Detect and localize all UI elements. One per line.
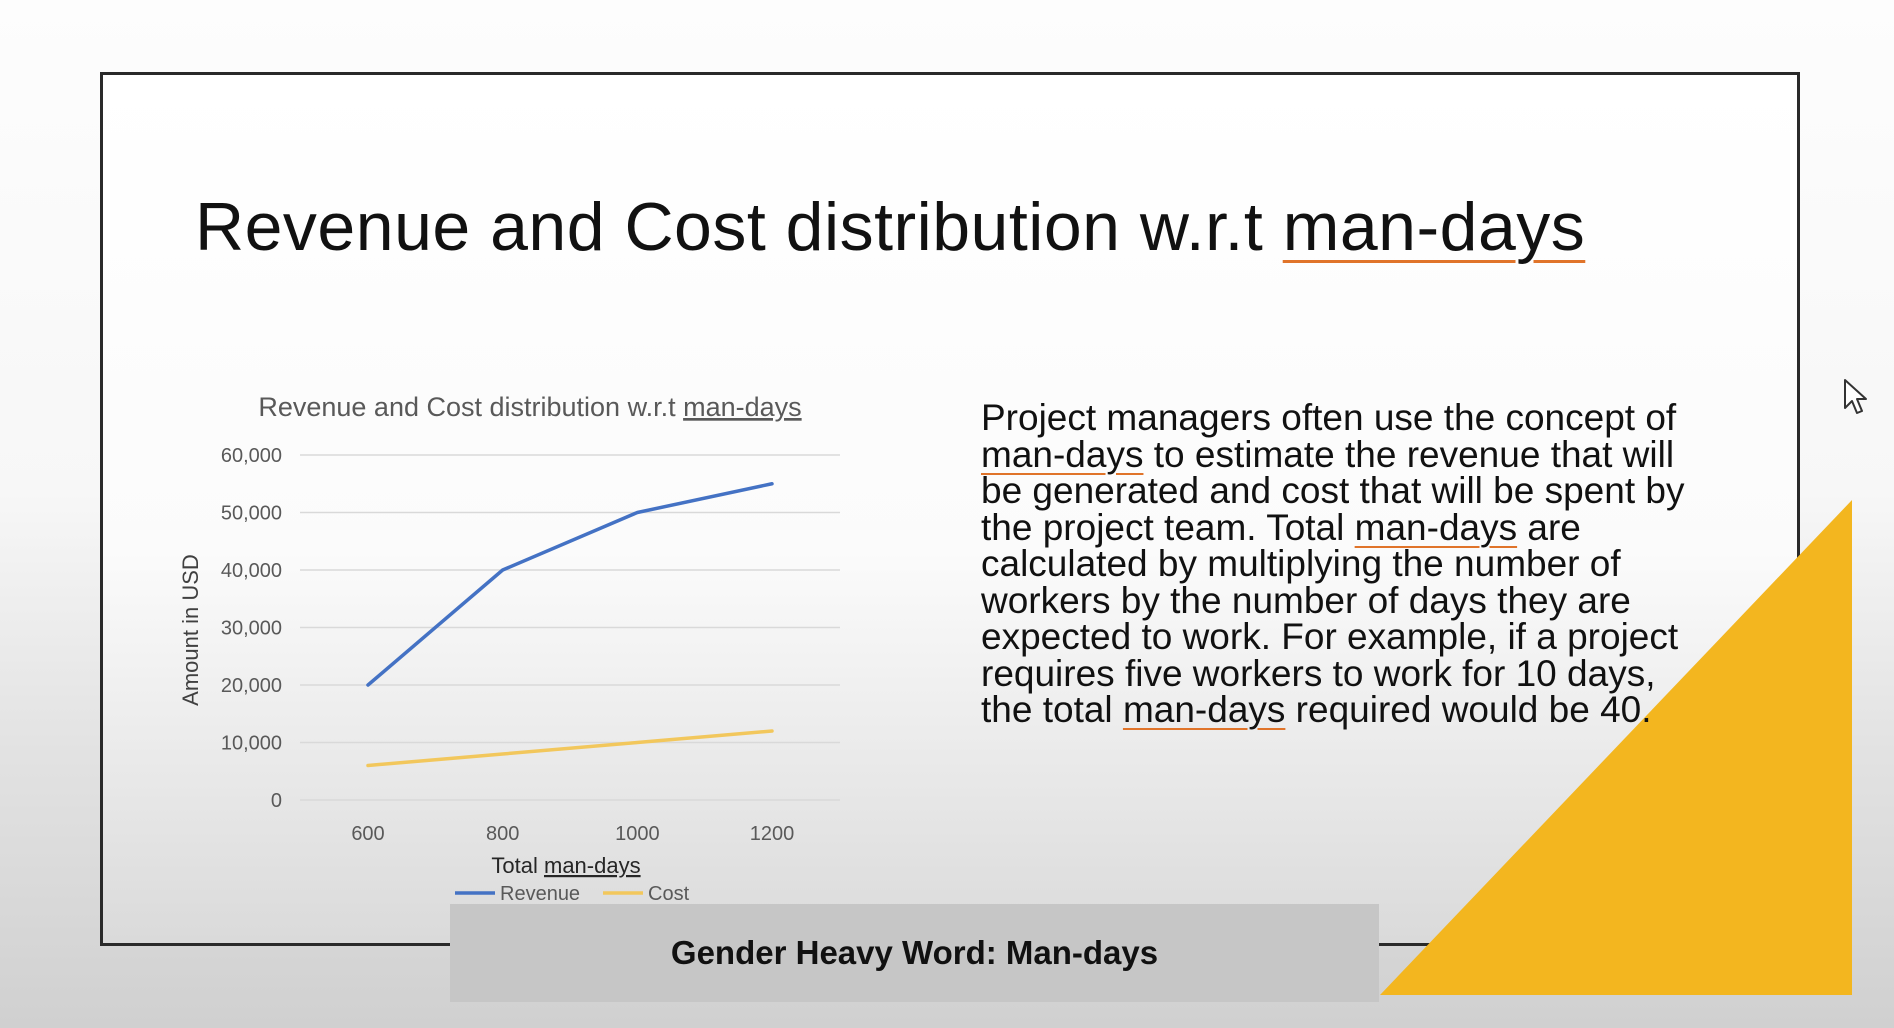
x-tick-label: 800 bbox=[486, 823, 519, 845]
mouse-pointer-icon bbox=[1844, 379, 1867, 414]
body-term-1: man-days bbox=[981, 433, 1144, 475]
x-axis-label-text: Total bbox=[491, 853, 544, 878]
legend-label-revenue: Revenue bbox=[500, 883, 580, 905]
body-term-2: man-days bbox=[1354, 506, 1518, 548]
x-axis-label-emphasis: man-days bbox=[544, 853, 641, 878]
series-line-cost bbox=[366, 729, 774, 768]
body-text-4: required would be 40. bbox=[1285, 689, 1652, 730]
chart-title-emphasis: man-days bbox=[683, 392, 802, 422]
x-axis-label: Total man-days bbox=[491, 853, 640, 878]
x-axis-ticks: 600 800 1000 1200 bbox=[351, 823, 794, 845]
line-chart: Revenue and Cost distribution w.r.t man-… bbox=[170, 385, 850, 910]
y-axis-label: Amount in USD bbox=[178, 554, 203, 706]
caption-bar: Gender Heavy Word: Man-days bbox=[450, 904, 1379, 1002]
caption-text: Gender Heavy Word: Man-days bbox=[670, 934, 1159, 971]
chart-legend: Revenue Cost bbox=[455, 883, 690, 905]
x-tick-label: 1000 bbox=[615, 823, 660, 845]
y-axis-ticks: 0 10,000 20,000 30,000 40,000 50,000 60,000 bbox=[221, 445, 282, 812]
y-tick-label: 30,000 bbox=[221, 618, 282, 640]
y-tick-label: 40,000 bbox=[221, 560, 282, 582]
legend-label-cost: Cost bbox=[648, 883, 690, 905]
body-paragraph: Project managers often use the concept o… bbox=[981, 397, 1701, 730]
slide-title-emphasis: man-days bbox=[1282, 189, 1586, 265]
slide-title: Revenue and Cost distribution w.r.t man-… bbox=[195, 188, 1585, 266]
x-tick-label: 600 bbox=[351, 823, 384, 845]
body-text-1: Project managers often use the concept o… bbox=[981, 397, 1677, 438]
y-tick-label: 20,000 bbox=[221, 675, 282, 697]
chart-svg: Revenue and Cost distribution w.r.t man-… bbox=[178, 392, 840, 905]
y-tick-label: 10,000 bbox=[221, 733, 282, 755]
y-tick-label: 50,000 bbox=[221, 503, 282, 525]
series-line-revenue bbox=[366, 482, 774, 687]
y-tick-label: 60,000 bbox=[221, 445, 282, 467]
chart-title: Revenue and Cost distribution w.r.t man-… bbox=[258, 392, 801, 422]
chart-title-text: Revenue and Cost distribution w.r.t bbox=[258, 392, 683, 422]
y-tick-label: 0 bbox=[271, 790, 282, 812]
body-term-3: man-days bbox=[1122, 689, 1286, 730]
chart-series bbox=[366, 482, 774, 768]
slide-title-text: Revenue and Cost distribution w.r.t bbox=[195, 189, 1283, 265]
x-tick-label: 1200 bbox=[750, 823, 795, 845]
